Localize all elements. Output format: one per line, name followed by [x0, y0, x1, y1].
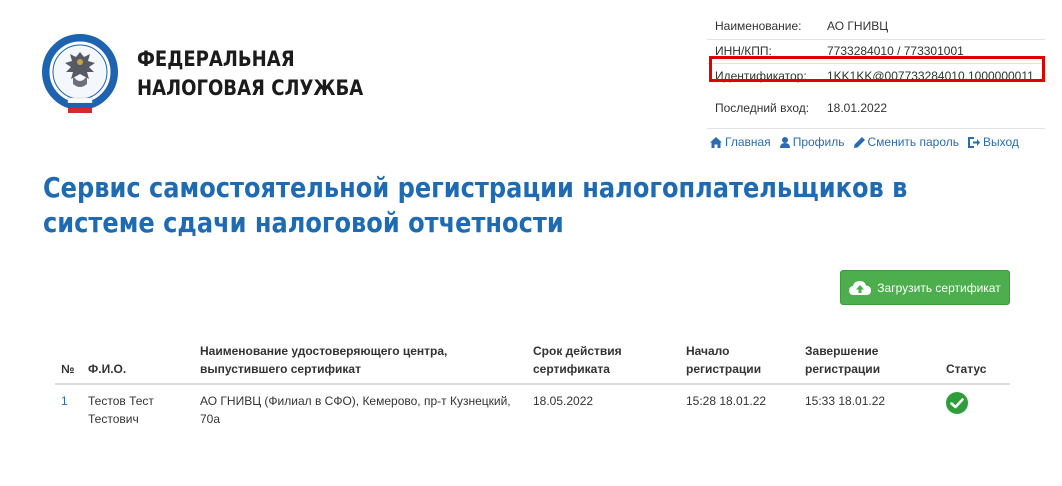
cell-expiry: 18.05.2022 [533, 394, 594, 408]
info-inn-label: ИНН/КПП: [707, 39, 819, 64]
fns-emblem-icon [42, 34, 118, 113]
info-last-value: 18.01.2022 [819, 88, 1045, 129]
cell-num[interactable]: 1 [55, 384, 82, 428]
certificates-table: № Ф.И.О. Наименование удостоверяющего це… [55, 342, 1010, 428]
cell-end: 15:33 18.01.22 [805, 394, 886, 408]
cloud-upload-icon [849, 280, 872, 295]
nav-profile-link[interactable]: Профиль [779, 135, 845, 149]
cell-status [940, 384, 1010, 428]
info-id-label: Идентификатор: [715, 68, 807, 83]
user-icon [779, 136, 790, 148]
nav-home-link[interactable]: Главная [710, 135, 771, 149]
info-last-label: Последний вход: [707, 88, 819, 129]
logo[interactable]: ФЕДЕРАЛЬНАЯ НАЛОГОВАЯ СЛУЖБА [40, 32, 400, 116]
header-status: Статус [940, 342, 1010, 385]
info-name-value: АО ГНИВЦ [819, 13, 1045, 40]
header-start: Начало регистрации [680, 342, 799, 385]
nav-logout-label: Выход [983, 135, 1019, 149]
logout-icon [968, 136, 981, 148]
upload-certificate-label: Загрузить сертификат [877, 280, 1001, 295]
info-inn-value: 7733284010 / 773301001 [819, 39, 1045, 64]
check-circle-icon [946, 392, 968, 414]
brand-line1: ФЕДЕРАЛЬНАЯ [137, 47, 295, 71]
nav-change-password-label: Сменить пароль [867, 135, 960, 149]
cell-fio: Тестов Тест Тестович [88, 394, 154, 426]
header-fio: Ф.И.О. [82, 342, 194, 385]
header-end: Завершение регистрации [799, 342, 940, 385]
header-expiry: Срок действия сертификата [527, 342, 680, 385]
cell-start: 15:28 18.01.22 [686, 394, 767, 408]
info-row-inn: ИНН/КПП: 7733284010 / 773301001 [707, 39, 1045, 64]
pencil-icon [853, 136, 865, 148]
nav-home-label: Главная [725, 135, 771, 149]
table-header-row: № Ф.И.О. Наименование удостоверяющего це… [55, 342, 1010, 385]
info-id-value: 1KK1KK@007733284010.1000000011 [827, 68, 1034, 83]
row-num-link[interactable]: 1 [61, 394, 68, 408]
page: ФЕДЕРАЛЬНАЯ НАЛОГОВАЯ СЛУЖБА Наименовани… [0, 0, 1062, 486]
brand-name: ФЕДЕРАЛЬНАЯ НАЛОГОВАЯ СЛУЖБА [137, 45, 363, 103]
brand-line2: НАЛОГОВАЯ СЛУЖБА [137, 76, 364, 100]
info-name-label: Наименование: [707, 13, 819, 40]
table-row[interactable]: 1 Тестов Тест Тестович АО ГНИВЦ (Филиал … [55, 384, 1010, 428]
header-ca: Наименование удостоверяющего центра, вып… [194, 342, 527, 385]
nav-logout-link[interactable]: Выход [968, 135, 1019, 149]
home-icon [710, 136, 722, 148]
info-row-name: Наименование: АО ГНИВЦ [707, 13, 1045, 40]
upload-certificate-button[interactable]: Загрузить сертификат [840, 270, 1010, 305]
info-row-last-login: Последний вход: 18.01.2022 [707, 88, 1045, 129]
nav-change-password-link[interactable]: Сменить пароль [853, 135, 960, 149]
account-info-table: Наименование: АО ГНИВЦ ИНН/КПП: 77332840… [707, 13, 1045, 129]
nav-profile-label: Профиль [792, 135, 845, 149]
cell-ca: АО ГНИВЦ (Филиал в СФО), Кемерово, пр-т … [200, 394, 511, 426]
top-nav: Главная Профиль Сменить пароль Выход [710, 135, 1028, 149]
page-title: Сервис самостоятельной регистрации налог… [43, 171, 908, 239]
info-row-identifier: Идентификатор: 1KK1KK@007733284010.10000… [707, 63, 1045, 88]
header-num: № [55, 342, 82, 385]
